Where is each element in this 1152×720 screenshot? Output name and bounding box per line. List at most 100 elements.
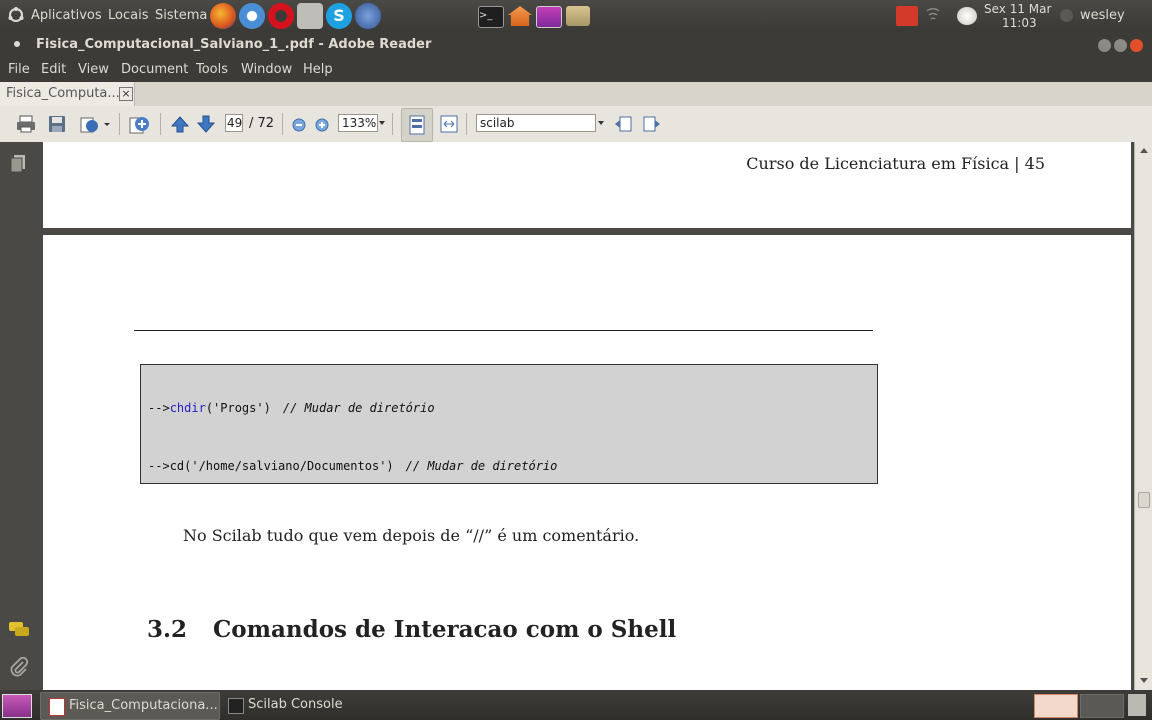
- network-icon[interactable]: [926, 7, 940, 23]
- search-dropdown-chevron-icon[interactable]: [598, 121, 604, 125]
- fit-page-button[interactable]: [401, 108, 433, 142]
- code-block: -->chdir('Progs')// Mudar de diretório -…: [140, 364, 878, 484]
- menu-view[interactable]: View: [78, 62, 109, 77]
- close-window-button[interactable]: [1130, 39, 1143, 52]
- code-args: ('Progs'): [205, 401, 271, 415]
- attachments-panel-icon[interactable]: [10, 656, 29, 677]
- firefox-icon[interactable]: [210, 3, 236, 29]
- maximize-button[interactable]: [1114, 39, 1127, 52]
- clock-time[interactable]: 11:03: [1002, 16, 1037, 30]
- code-comment: // Mudar de diretório: [282, 401, 435, 415]
- toolbar-separator: [466, 113, 467, 135]
- workspace-switcher[interactable]: [1034, 694, 1078, 718]
- comments-panel-icon[interactable]: [8, 620, 30, 640]
- code-prompt: -->: [148, 401, 170, 415]
- user-name[interactable]: wesley: [1080, 8, 1125, 23]
- document-tab-label: Fisica_Computa...: [6, 86, 120, 101]
- code-line: -->cd('/home/salviano/Documentos') // Mud…: [148, 459, 557, 473]
- fit-width-icon[interactable]: [440, 115, 458, 133]
- adobe-reader-icon: [49, 698, 65, 716]
- toolbar-separator: [392, 113, 393, 135]
- code-function: chdir: [169, 401, 206, 415]
- home-folder-icon[interactable]: [508, 6, 532, 26]
- tab-close-icon[interactable]: ×: [119, 87, 133, 101]
- horizontal-rule: [134, 330, 873, 331]
- find-previous-icon[interactable]: [614, 115, 632, 133]
- scilab-icon: [228, 698, 244, 714]
- window-titlebar[interactable]: Fisica_Computacional_Salviano_1_.pdf - A…: [0, 32, 1152, 58]
- document-view[interactable]: Curso de Licenciatura em Física | 45 -->…: [36, 142, 1134, 690]
- scrollbar-thumb[interactable]: [1138, 492, 1150, 508]
- taskbar-item-reader[interactable]: Fisica_Computaciona...: [40, 692, 220, 720]
- next-page-icon[interactable]: [196, 115, 216, 133]
- document-tab[interactable]: Fisica_Computa... ×: [0, 82, 135, 106]
- code-comment: // Mudar de diretório: [405, 459, 558, 473]
- taskbar-item-label: Scilab Console: [248, 697, 343, 712]
- menu-tools[interactable]: Tools: [196, 62, 228, 77]
- taskbar-item-scilab[interactable]: Scilab Console: [222, 692, 402, 718]
- section-title: Comandos de Interacao com o Shell: [213, 616, 677, 643]
- toolbar-separator: [119, 113, 120, 135]
- search-input[interactable]: scilab: [476, 114, 596, 132]
- menu-bar: File Edit View Document Tools Window Hel…: [0, 58, 1152, 82]
- page-total: / 72: [249, 116, 275, 131]
- collaborate-icon[interactable]: [128, 115, 150, 134]
- page-running-header: Curso de Licenciatura em Física | 45: [746, 154, 1045, 173]
- zoom-dropdown-chevron-icon[interactable]: [379, 121, 385, 125]
- menu-window[interactable]: Window: [241, 62, 292, 77]
- pdf-page-current: -->chdir('Progs')// Mudar de diretório -…: [43, 235, 1131, 690]
- window-menu-icon[interactable]: [14, 41, 20, 47]
- volume-icon[interactable]: [957, 7, 977, 25]
- pdf-page-previous: Curso de Licenciatura em Física | 45: [43, 142, 1131, 228]
- section-number: 3.2: [147, 616, 188, 643]
- ubuntu-logo-icon[interactable]: [8, 7, 24, 23]
- toolbar-separator: [282, 113, 283, 135]
- trash-icon[interactable]: [1128, 694, 1146, 716]
- taskbar-item-label: Fisica_Computaciona...: [69, 698, 218, 713]
- find-next-icon[interactable]: [643, 115, 661, 133]
- mail-icon[interactable]: [297, 3, 323, 29]
- scroll-up-icon[interactable]: [1140, 148, 1148, 153]
- previous-page-icon[interactable]: [170, 115, 190, 133]
- show-desktop-icon[interactable]: [2, 694, 32, 718]
- pidgin-icon[interactable]: [355, 3, 381, 29]
- downloads-folder-icon[interactable]: [566, 6, 590, 26]
- navigation-pane: [0, 142, 36, 690]
- toolbar: 49 / 72 133% scilab: [0, 106, 1152, 143]
- menu-document[interactable]: Document: [121, 62, 188, 77]
- places-menu[interactable]: Locais: [108, 8, 148, 23]
- share-icon[interactable]: [80, 115, 110, 133]
- skype-icon[interactable]: S: [326, 3, 352, 29]
- system-menu[interactable]: Sistema: [155, 8, 207, 23]
- code-prompt: -->: [148, 459, 170, 473]
- terminal-icon[interactable]: >_: [478, 6, 504, 28]
- clock-date[interactable]: Sex 11 Mar: [984, 2, 1051, 16]
- zoom-level-select[interactable]: 133%: [338, 114, 378, 132]
- workspace-switcher-2[interactable]: [1080, 694, 1124, 718]
- document-tab-strip: Fisica_Computa... ×: [0, 82, 1152, 106]
- window-title: Fisica_Computacional_Salviano_1_.pdf - A…: [36, 37, 432, 52]
- pages-panel-icon[interactable]: [10, 154, 26, 174]
- user-status-icon: [1060, 9, 1073, 22]
- code-text: cd('/home/salviano/Documentos'): [169, 459, 394, 473]
- menu-file[interactable]: File: [8, 62, 30, 77]
- minimize-button[interactable]: [1098, 39, 1111, 52]
- body-paragraph: No Scilab tudo que vem depois de “//” é …: [183, 526, 640, 545]
- print-icon[interactable]: [16, 115, 35, 133]
- monitor-icon[interactable]: [536, 6, 562, 28]
- vertical-scrollbar[interactable]: [1134, 142, 1152, 690]
- zoom-out-icon[interactable]: [292, 117, 306, 132]
- code-line: -->chdir('Progs') // Mudar de diretório: [148, 401, 435, 415]
- menu-help[interactable]: Help: [303, 62, 333, 77]
- menu-edit[interactable]: Edit: [41, 62, 66, 77]
- chromium-icon[interactable]: [239, 3, 265, 29]
- zoom-in-icon[interactable]: [315, 117, 329, 132]
- bottom-panel: Fisica_Computaciona... Scilab Console: [0, 690, 1152, 720]
- applications-menu[interactable]: Aplicativos: [31, 8, 102, 23]
- scroll-down-icon[interactable]: [1140, 678, 1148, 683]
- opera-icon[interactable]: [268, 3, 294, 29]
- top-panel: Aplicativos Locais Sistema S >_ Sex 11 M…: [0, 0, 1152, 32]
- save-icon[interactable]: [48, 115, 66, 133]
- indicator-icon[interactable]: [896, 6, 918, 26]
- page-number-input[interactable]: 49: [225, 114, 243, 132]
